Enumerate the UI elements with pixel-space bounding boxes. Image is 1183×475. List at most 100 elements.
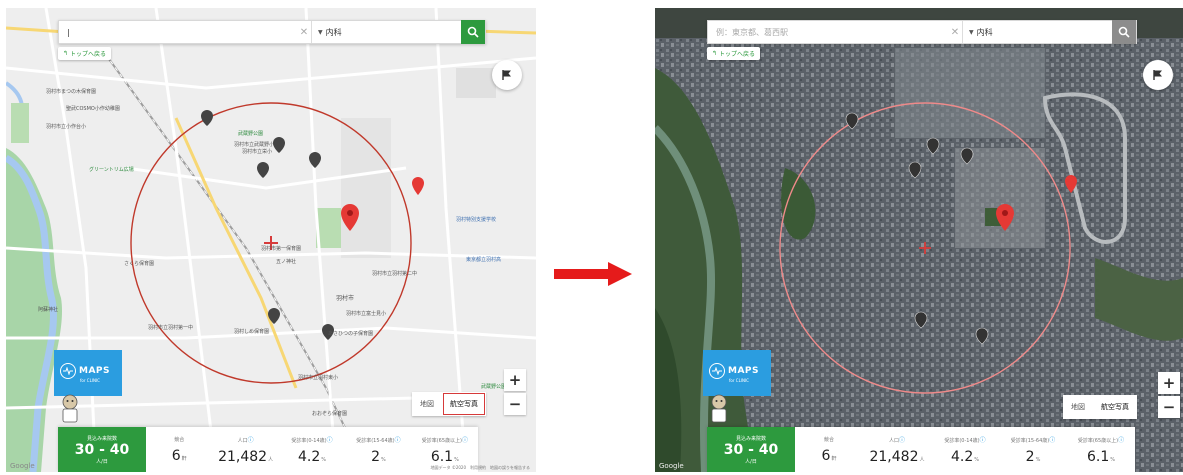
map-label: 羽村市立小作台小: [46, 124, 87, 130]
stat-unit: %: [381, 456, 386, 463]
expected-patients-value: 30 - 40: [723, 441, 779, 458]
map-label: 東京都立羽村高: [466, 257, 502, 263]
help-icon[interactable]: ⓘ: [899, 437, 905, 444]
pulse-icon: [60, 363, 76, 379]
red-arrow-icon: [554, 262, 632, 286]
help-icon[interactable]: ⓘ: [980, 437, 986, 444]
stat-unit: 軒: [181, 455, 187, 462]
department-select[interactable]: ▼ 内科: [311, 21, 461, 43]
stat-value: 6: [171, 447, 181, 464]
pulse-icon: [709, 363, 725, 379]
stats-bar: 見込み来院数 30 - 40 人/日 競合 6軒 人口ⓘ 21,482人 受診率…: [707, 427, 1135, 472]
map-label: 羽村市立羽村東小: [298, 375, 339, 381]
help-icon[interactable]: ⓘ: [1049, 437, 1055, 444]
expected-patients: 見込み来院数 30 - 40 人/日: [58, 427, 146, 472]
zoom-in-button[interactable]: +: [504, 369, 526, 391]
map-label: 羽村しめ保育園: [234, 329, 270, 335]
stat-value: 6.1: [1086, 448, 1110, 465]
help-icon[interactable]: ⓘ: [1118, 437, 1124, 444]
stat-label: 受診率(0-14歳): [944, 437, 980, 444]
stat-unit: %: [1110, 456, 1116, 463]
map-label: 羽村市立栄小: [242, 149, 273, 155]
doctor-mascot-icon: [711, 394, 727, 423]
map-label: 羽村特別支援学校: [456, 217, 497, 223]
stat-label: 受診率(65歳以上): [421, 437, 462, 444]
help-icon[interactable]: ⓘ: [395, 437, 401, 444]
map-label: あさひつの子保育園: [328, 331, 374, 337]
search-input[interactable]: [59, 21, 297, 43]
google-attribution: Google: [10, 462, 35, 470]
map-panel-road[interactable]: 羽村市まつの木保育園 聖武COSMO小作幼稚園 羽村市立小作台小 グリーントリム…: [6, 8, 536, 472]
flag-button[interactable]: [1143, 60, 1173, 90]
map-label: グリーントリム広場: [89, 167, 134, 173]
zoom-out-button[interactable]: −: [504, 393, 526, 415]
department-value: 内科: [976, 27, 993, 37]
map-type-satellite[interactable]: 航空写真: [1093, 395, 1137, 419]
logo-subtitle: for CLINIC: [80, 378, 100, 383]
search-button[interactable]: [1112, 20, 1136, 44]
zoom-in-button[interactable]: +: [1158, 372, 1180, 394]
stat-label: 人口: [888, 437, 899, 444]
logo-text: MAPS: [79, 366, 110, 376]
stat-rate-0-14: 受診率(0-14歳)ⓘ 4.2%: [279, 427, 345, 472]
stats-bar: 見込み来院数 30 - 40 人/日 競合 6軒 人口ⓘ 21,482人 受診率…: [58, 427, 478, 472]
map-label: 聖武COSMO小作幼稚園: [66, 106, 120, 112]
logo-subtitle: for CLINIC: [729, 378, 749, 383]
map-label: 武蔵野公園: [481, 384, 507, 390]
flag-icon: [502, 70, 511, 80]
maps-for-clinic-logo: MAPS for CLINIC: [54, 350, 122, 396]
help-icon[interactable]: ⓘ: [327, 437, 333, 444]
map-label: 阿蘇神社: [38, 307, 59, 313]
clear-icon[interactable]: ✕: [297, 27, 311, 38]
department-select[interactable]: ▼ 内科: [962, 21, 1112, 43]
logo-text: MAPS: [728, 366, 759, 376]
flag-button[interactable]: [492, 60, 522, 90]
stat-label: 人口: [237, 437, 248, 444]
stat-label: 競合: [823, 436, 834, 443]
stat-value: 4.2: [950, 448, 974, 465]
map-label: 武蔵野公園: [238, 131, 264, 137]
back-to-top-label: トップへ戻る: [70, 51, 107, 58]
stat-label: 競合: [174, 436, 185, 443]
stat-rate-0-14: 受診率(0-14歳)ⓘ 4.2%: [931, 427, 999, 472]
map-panel-satellite[interactable]: ✕ ▼ 内科 ↰ トップへ戻る MAPS for CLINIC: [655, 8, 1183, 472]
stat-label: 受診率(65歳以上): [1077, 437, 1119, 444]
department-value: 内科: [325, 27, 342, 37]
map-type-road[interactable]: 地図: [412, 392, 442, 416]
expected-patients-unit: 人/日: [745, 458, 757, 465]
map-type-road[interactable]: 地図: [1063, 395, 1093, 419]
map-label: 羽村市立富士見小: [346, 311, 387, 317]
stat-unit: %: [1035, 456, 1041, 463]
search-button[interactable]: [461, 20, 485, 44]
help-icon[interactable]: ⓘ: [248, 437, 254, 444]
back-to-top-label: トップへ戻る: [719, 51, 756, 58]
map-type-satellite[interactable]: 航空写真: [442, 392, 486, 416]
map-label: 羽村市まつの木保育園: [46, 89, 97, 95]
stat-population: 人口ⓘ 21,482人: [212, 427, 278, 472]
stat-unit: %: [321, 456, 327, 463]
zoom-out-button[interactable]: −: [1158, 396, 1180, 418]
search-input[interactable]: [708, 21, 948, 43]
expected-patients-label: 見込み来院数: [735, 435, 766, 442]
back-to-top-button[interactable]: ↰ トップへ戻る: [707, 47, 761, 60]
clear-icon[interactable]: ✕: [948, 27, 962, 38]
map-label: 羽村市: [336, 295, 355, 302]
caret-down-icon: ▼: [318, 28, 323, 36]
stat-rate-15-64: 受診率(15-64歳)ⓘ 2%: [345, 427, 411, 472]
stat-value: 6.1: [430, 448, 454, 465]
expected-patients-label: 見込み来院数: [86, 435, 117, 442]
expected-patients-unit: 人/日: [96, 458, 108, 465]
stat-label: 受診率(15-64歳): [1010, 437, 1050, 444]
maps-for-clinic-logo: MAPS for CLINIC: [703, 350, 771, 396]
stat-value: 2: [371, 448, 380, 465]
map-label: 羽村市第一保育園: [261, 246, 302, 252]
help-icon[interactable]: ⓘ: [462, 437, 468, 444]
map-label: 五ノ神社: [276, 259, 297, 265]
map-copyright: 地図データ ©2020 利用規約 地図の誤りを報告する: [430, 465, 530, 470]
map-label: 羽村市立羽村第二中: [372, 271, 418, 277]
back-to-top-button[interactable]: ↰ トップへ戻る: [58, 47, 112, 60]
map-label: おおぞら保育園: [312, 411, 348, 417]
stat-unit: 人: [268, 456, 274, 463]
expected-patients: 見込み来院数 30 - 40 人/日: [707, 427, 795, 472]
search-icon: [1118, 26, 1130, 38]
